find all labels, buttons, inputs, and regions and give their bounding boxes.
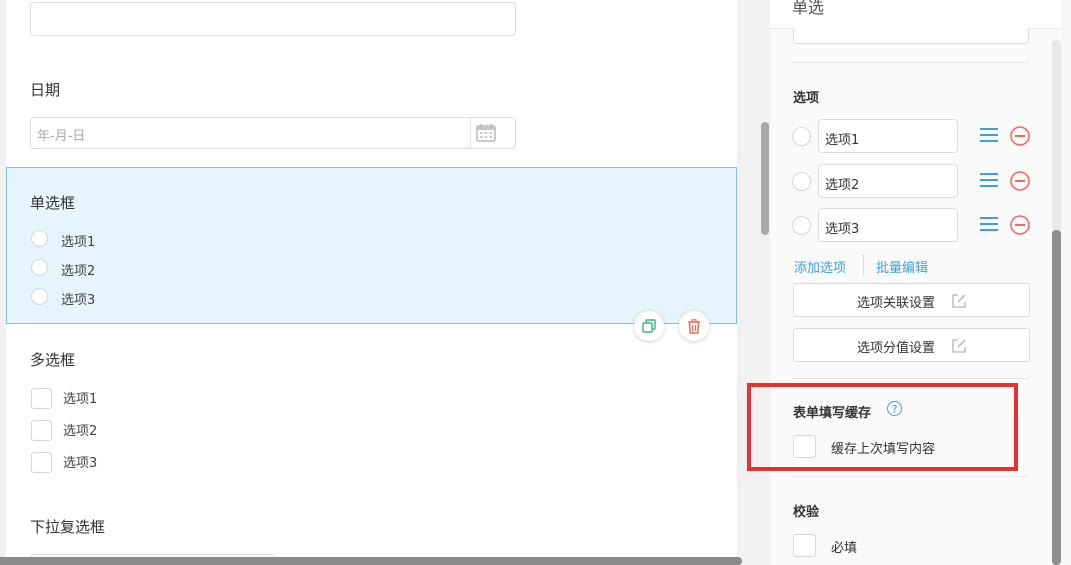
date-input[interactable]: 年-月-日 xyxy=(30,117,516,149)
panel-scroll-gutter xyxy=(1061,0,1071,565)
option-score-label: 选项分值设置 xyxy=(857,341,936,356)
radio-option-label: 选项1 xyxy=(61,235,96,250)
checkbox-option-label: 选项2 xyxy=(63,424,98,439)
panel-header: 单选 xyxy=(770,0,1061,29)
radio-field-selected[interactable] xyxy=(6,167,737,324)
divider xyxy=(792,62,1029,63)
required-label: 必填 xyxy=(831,541,858,556)
edit-icon xyxy=(951,338,967,358)
dropdown-multi-field-title: 下拉复选框 xyxy=(30,518,106,536)
batch-edit-link[interactable]: 批量编辑 xyxy=(876,257,928,276)
checkbox-option-label: 选项1 xyxy=(63,392,98,407)
trash-icon xyxy=(688,318,700,334)
checkbox-option-3[interactable] xyxy=(31,452,52,473)
remove-circle-icon[interactable] xyxy=(1010,126,1030,150)
required-checkbox[interactable] xyxy=(793,534,816,557)
drag-menu-icon[interactable] xyxy=(979,215,999,237)
horizontal-scrollbar[interactable] xyxy=(0,557,742,565)
remove-circle-icon[interactable] xyxy=(1010,171,1030,195)
copy-field-button[interactable] xyxy=(634,311,664,341)
checkbox-option-2[interactable] xyxy=(31,420,52,441)
option-input-1[interactable]: 选项1 xyxy=(818,119,958,153)
option-input-2[interactable]: 选项2 xyxy=(818,164,958,198)
previous-text-input[interactable] xyxy=(30,2,516,36)
validation-section-title: 校验 xyxy=(793,505,820,520)
delete-field-button[interactable] xyxy=(679,311,709,341)
remove-circle-icon[interactable] xyxy=(1010,215,1030,239)
default-option-radio-3[interactable] xyxy=(792,216,811,235)
option-score-button[interactable]: 选项分值设置 xyxy=(793,328,1030,362)
field-title-input[interactable] xyxy=(793,28,1029,44)
option-association-label: 选项关联设置 xyxy=(857,296,936,311)
default-option-radio-2[interactable] xyxy=(792,172,811,191)
divider xyxy=(792,378,1029,379)
options-section-title: 选项 xyxy=(793,91,820,106)
divider xyxy=(792,476,1029,477)
panel-scrollbar-thumb[interactable] xyxy=(1052,230,1061,565)
checkbox-option-1[interactable] xyxy=(31,388,52,409)
edit-icon xyxy=(951,293,967,313)
panel-title: 单选 xyxy=(792,0,825,17)
radio-option-2[interactable] xyxy=(31,259,48,276)
copy-icon xyxy=(642,319,656,333)
radio-option-label: 选项2 xyxy=(61,264,96,279)
add-option-link[interactable]: 添加选项 xyxy=(794,257,846,276)
property-panel: 单选 选项 选项1 选项2 选项3 添加选项 批量编辑 选项关联设置 选项分值设… xyxy=(770,0,1071,565)
checkbox-option-label: 选项3 xyxy=(63,456,98,471)
radio-option-label: 选项3 xyxy=(61,293,96,308)
drag-menu-icon[interactable] xyxy=(979,126,999,148)
radio-field-title: 单选框 xyxy=(30,194,76,212)
date-placeholder: 年-月-日 xyxy=(37,129,86,144)
canvas-scrollbar-thumb[interactable] xyxy=(761,122,769,235)
radio-option-1[interactable] xyxy=(31,230,48,247)
panel-vertical-scrollbar[interactable] xyxy=(1052,40,1061,565)
option-association-button[interactable]: 选项关联设置 xyxy=(793,283,1030,317)
date-divider xyxy=(470,118,471,148)
link-divider xyxy=(863,254,864,276)
canvas-vertical-scrollbar[interactable] xyxy=(760,0,770,565)
date-field-title: 日期 xyxy=(30,81,61,99)
drag-menu-icon[interactable] xyxy=(979,171,999,193)
calendar-icon[interactable] xyxy=(476,123,496,147)
default-option-radio-1[interactable] xyxy=(792,127,811,146)
highlight-box xyxy=(747,383,1018,471)
radio-option-3[interactable] xyxy=(31,288,48,305)
option-input-3[interactable]: 选项3 xyxy=(818,208,958,242)
form-canvas: 日期 年-月-日 单选框 选项1 选项2 选项3 多选框 选项1 选项2 选项3… xyxy=(0,0,760,565)
checkbox-field-title: 多选框 xyxy=(30,351,76,369)
